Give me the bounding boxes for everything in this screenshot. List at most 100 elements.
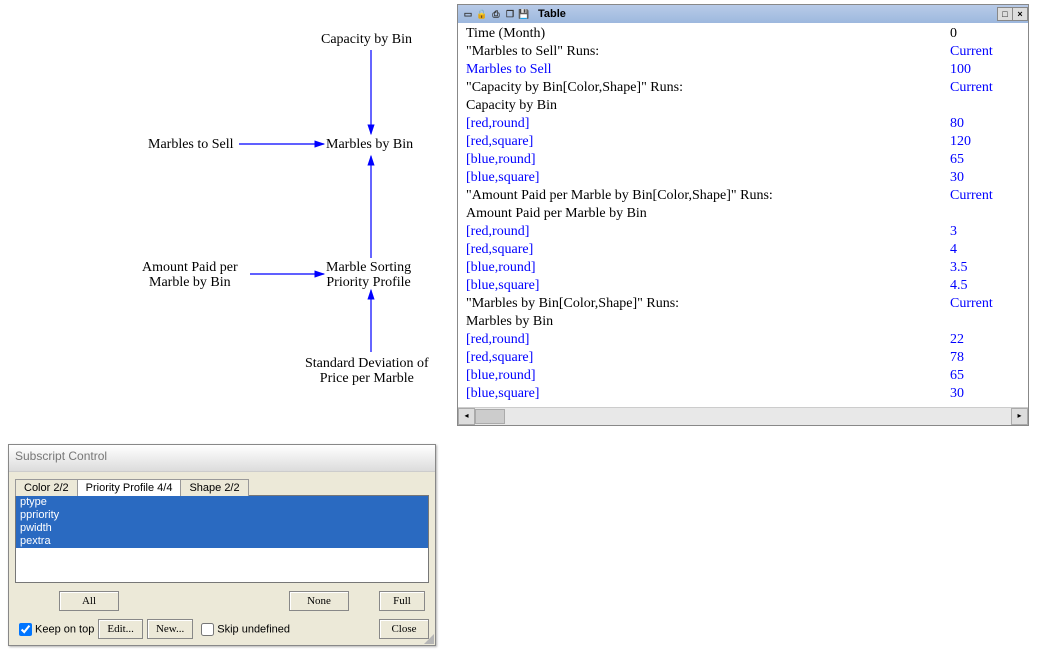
subscript-list[interactable]: ptypepprioritypwidthpextra (15, 495, 429, 583)
node-marbles-by-bin[interactable]: Marbles by Bin (326, 137, 413, 152)
lock-icon[interactable]: 🔒 (476, 8, 488, 20)
table-row[interactable]: "Amount Paid per Marble by Bin[Color,Sha… (466, 187, 1020, 205)
node-sorting-priority[interactable]: Marble Sorting Priority Profile (326, 260, 411, 291)
row-label: Amount Paid per Marble by Bin (466, 205, 950, 223)
tool-icon[interactable]: ▭ (462, 8, 474, 20)
row-label: [red,round] (466, 115, 950, 133)
table-row[interactable]: Capacity by Bin (466, 97, 1020, 115)
row-label: Marbles to Sell (466, 61, 950, 79)
table-row[interactable]: [red,round]22 (466, 331, 1020, 349)
row-value (950, 313, 1020, 331)
node-capacity-by-bin[interactable]: Capacity by Bin (321, 32, 412, 47)
subscript-item[interactable]: pextra (16, 535, 428, 548)
row-label: "Marbles to Sell" Runs: (466, 43, 950, 61)
row-value: 78 (950, 349, 1020, 367)
row-label: "Amount Paid per Marble by Bin[Color,Sha… (466, 187, 950, 205)
row-value: 30 (950, 385, 1020, 403)
row-value: Current (950, 295, 1020, 313)
text-line: Price per Marble (305, 371, 429, 386)
subscript-item[interactable]: ptype (16, 496, 428, 509)
row-value: 4.5 (950, 277, 1020, 295)
new-button[interactable]: New... (147, 619, 193, 639)
scroll-left-button[interactable]: ◂ (458, 408, 475, 425)
keep-on-top-label: Keep on top (35, 623, 94, 635)
table-row[interactable]: [blue,square]30 (466, 385, 1020, 403)
row-value: 3 (950, 223, 1020, 241)
subscript-item[interactable]: pwidth (16, 522, 428, 535)
table-row[interactable]: [blue,round]3.5 (466, 259, 1020, 277)
row-label: [red,round] (466, 223, 950, 241)
table-row[interactable]: "Marbles by Bin[Color,Shape]" Runs:Curre… (466, 295, 1020, 313)
titlebar-tool-icons: ▭ 🔒 ⎙ ❐ 💾 (458, 8, 534, 20)
scroll-thumb[interactable] (475, 409, 505, 424)
subscript-item[interactable]: ppriority (16, 509, 428, 522)
row-value: Current (950, 79, 1020, 97)
close-button[interactable]: × (1012, 7, 1028, 21)
row-label: [red,round] (466, 331, 950, 349)
node-stddev[interactable]: Standard Deviation of Price per Marble (305, 356, 429, 387)
row-value (950, 205, 1020, 223)
horizontal-scrollbar[interactable]: ◂ ▸ (458, 407, 1028, 425)
row-value: 22 (950, 331, 1020, 349)
table-row[interactable]: [red,square]120 (466, 133, 1020, 151)
keep-on-top-checkbox[interactable]: Keep on top (15, 620, 94, 639)
table-row[interactable]: "Capacity by Bin[Color,Shape]" Runs:Curr… (466, 79, 1020, 97)
none-button[interactable]: None (289, 591, 349, 611)
table-row[interactable]: "Marbles to Sell" Runs:Current (466, 43, 1020, 61)
table-panel: ▭ 🔒 ⎙ ❐ 💾 Table □ × Time (Month)0"Marble… (457, 4, 1029, 426)
row-value: 65 (950, 367, 1020, 385)
table-row[interactable]: Marbles to Sell100 (466, 61, 1020, 79)
scroll-right-button[interactable]: ▸ (1011, 408, 1028, 425)
text-line: Marble by Bin (142, 275, 238, 290)
print-icon[interactable]: ⎙ (490, 8, 502, 20)
row-label: [red,square] (466, 133, 950, 151)
table-row[interactable]: Time (Month)0 (466, 25, 1020, 43)
maximize-button[interactable]: □ (997, 7, 1013, 21)
row-label: [blue,round] (466, 259, 950, 277)
row-value: 120 (950, 133, 1020, 151)
copy-icon[interactable]: ❐ (504, 8, 516, 20)
subscript-tab[interactable]: Shape 2/2 (180, 479, 248, 496)
table-row[interactable]: Amount Paid per Marble by Bin (466, 205, 1020, 223)
row-value: 80 (950, 115, 1020, 133)
row-value: 65 (950, 151, 1020, 169)
full-button[interactable]: Full (379, 591, 425, 611)
text-line: Priority Profile (326, 275, 411, 290)
table-titlebar[interactable]: ▭ 🔒 ⎙ ❐ 💾 Table □ × (458, 5, 1028, 23)
node-amount-paid[interactable]: Amount Paid per Marble by Bin (142, 260, 238, 291)
row-label: "Marbles by Bin[Color,Shape]" Runs: (466, 295, 950, 313)
row-label: "Capacity by Bin[Color,Shape]" Runs: (466, 79, 950, 97)
save-icon[interactable]: 💾 (518, 8, 530, 20)
row-label: [red,square] (466, 241, 950, 259)
text-line: Standard Deviation of (305, 356, 429, 371)
table-row[interactable]: [blue,square]30 (466, 169, 1020, 187)
table-body: Time (Month)0"Marbles to Sell" Runs:Curr… (458, 23, 1028, 407)
table-row[interactable]: [red,square]4 (466, 241, 1020, 259)
table-row[interactable]: [blue,round]65 (466, 151, 1020, 169)
row-value: 0 (950, 25, 1020, 43)
row-label: [blue,square] (466, 169, 950, 187)
text-line: Marble Sorting (326, 260, 411, 275)
skip-undefined-checkbox[interactable]: Skip undefined (197, 620, 290, 639)
row-label: Capacity by Bin (466, 97, 950, 115)
row-value: Current (950, 43, 1020, 61)
table-row[interactable]: [blue,square]4.5 (466, 277, 1020, 295)
subscript-titlebar[interactable]: Subscript Control (9, 445, 435, 472)
resize-grip[interactable] (422, 632, 434, 644)
table-row[interactable]: [red,square]78 (466, 349, 1020, 367)
subscript-tab[interactable]: Priority Profile 4/4 (77, 479, 182, 496)
table-row[interactable]: [red,round]80 (466, 115, 1020, 133)
node-marbles-to-sell[interactable]: Marbles to Sell (148, 137, 234, 152)
table-row[interactable]: Marbles by Bin (466, 313, 1020, 331)
subscript-tab[interactable]: Color 2/2 (15, 479, 78, 496)
table-row[interactable]: [blue,round]65 (466, 367, 1020, 385)
row-value (950, 97, 1020, 115)
all-button[interactable]: All (59, 591, 119, 611)
row-label: [blue,square] (466, 385, 950, 403)
row-label: [blue,square] (466, 277, 950, 295)
text-line: Amount Paid per (142, 260, 238, 275)
row-value: 30 (950, 169, 1020, 187)
table-row[interactable]: [red,round]3 (466, 223, 1020, 241)
row-value: 100 (950, 61, 1020, 79)
edit-button[interactable]: Edit... (98, 619, 143, 639)
